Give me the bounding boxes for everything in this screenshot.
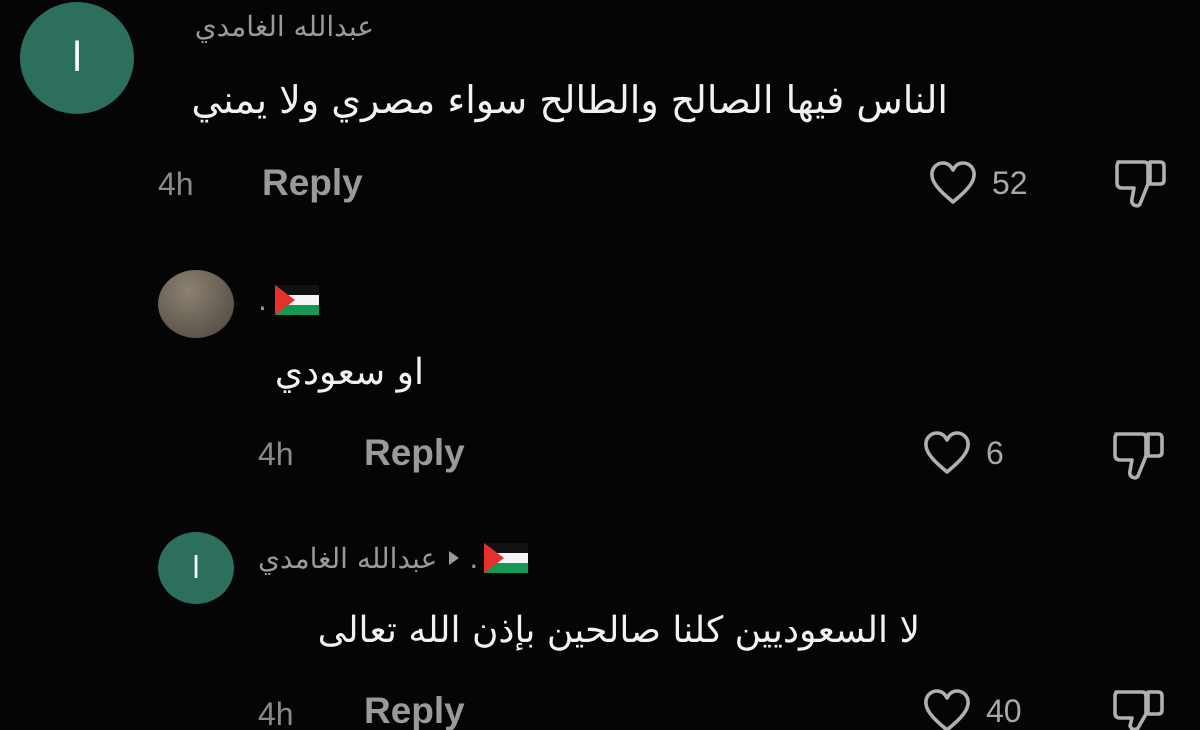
avatar[interactable]: [158, 270, 234, 338]
thumbs-down-icon[interactable]: [1110, 686, 1168, 730]
like-count: 40: [986, 692, 1022, 729]
comment-timestamp: 4h: [158, 166, 194, 202]
palestine-flag-icon: [274, 285, 319, 315]
username-dot: .: [258, 283, 267, 317]
heart-icon: [924, 689, 970, 730]
avatar-letter: ا: [191, 550, 201, 586]
reply-to-dot: .: [469, 541, 479, 575]
avatar[interactable]: ا: [158, 532, 234, 604]
comment-text: الناس فيها الصالح والطالح سواء مصري ولا …: [191, 78, 948, 122]
avatar-letter: ا: [71, 35, 83, 81]
thumbs-down-icon[interactable]: [1110, 428, 1168, 482]
heart-icon: [930, 161, 976, 204]
comment-timestamp: 4h: [258, 436, 294, 472]
comment-username[interactable]: عبدالله الغامدي: [195, 10, 374, 43]
heart-icon: [924, 431, 970, 474]
comment-text: او سعودي: [274, 352, 424, 393]
reply-button[interactable]: Reply: [364, 432, 465, 474]
comment-text: لا السعوديين كلنا صالحين بإذن الله تعالى: [317, 610, 920, 651]
comment-username[interactable]: عبدالله الغامدي .: [258, 538, 529, 578]
avatar[interactable]: ا: [20, 2, 134, 114]
comments-screen: ا عبدالله الغامدي الناس فيها الصالح والط…: [0, 0, 1200, 730]
thumbs-down-icon[interactable]: [1112, 156, 1170, 210]
like-button[interactable]: 52: [928, 160, 1028, 206]
palestine-flag-icon: [484, 543, 529, 573]
reply-arrow-icon: [449, 551, 460, 565]
comment-username[interactable]: .: [258, 280, 319, 320]
like-button[interactable]: 6: [922, 430, 1004, 476]
comment-timestamp: 4h: [258, 696, 294, 730]
username-text: عبدالله الغامدي: [258, 541, 438, 575]
like-count: 52: [992, 164, 1028, 201]
reply-button[interactable]: Reply: [364, 690, 465, 730]
like-count: 6: [986, 434, 1004, 471]
like-button[interactable]: 40: [922, 688, 1022, 730]
reply-button[interactable]: Reply: [262, 162, 363, 204]
